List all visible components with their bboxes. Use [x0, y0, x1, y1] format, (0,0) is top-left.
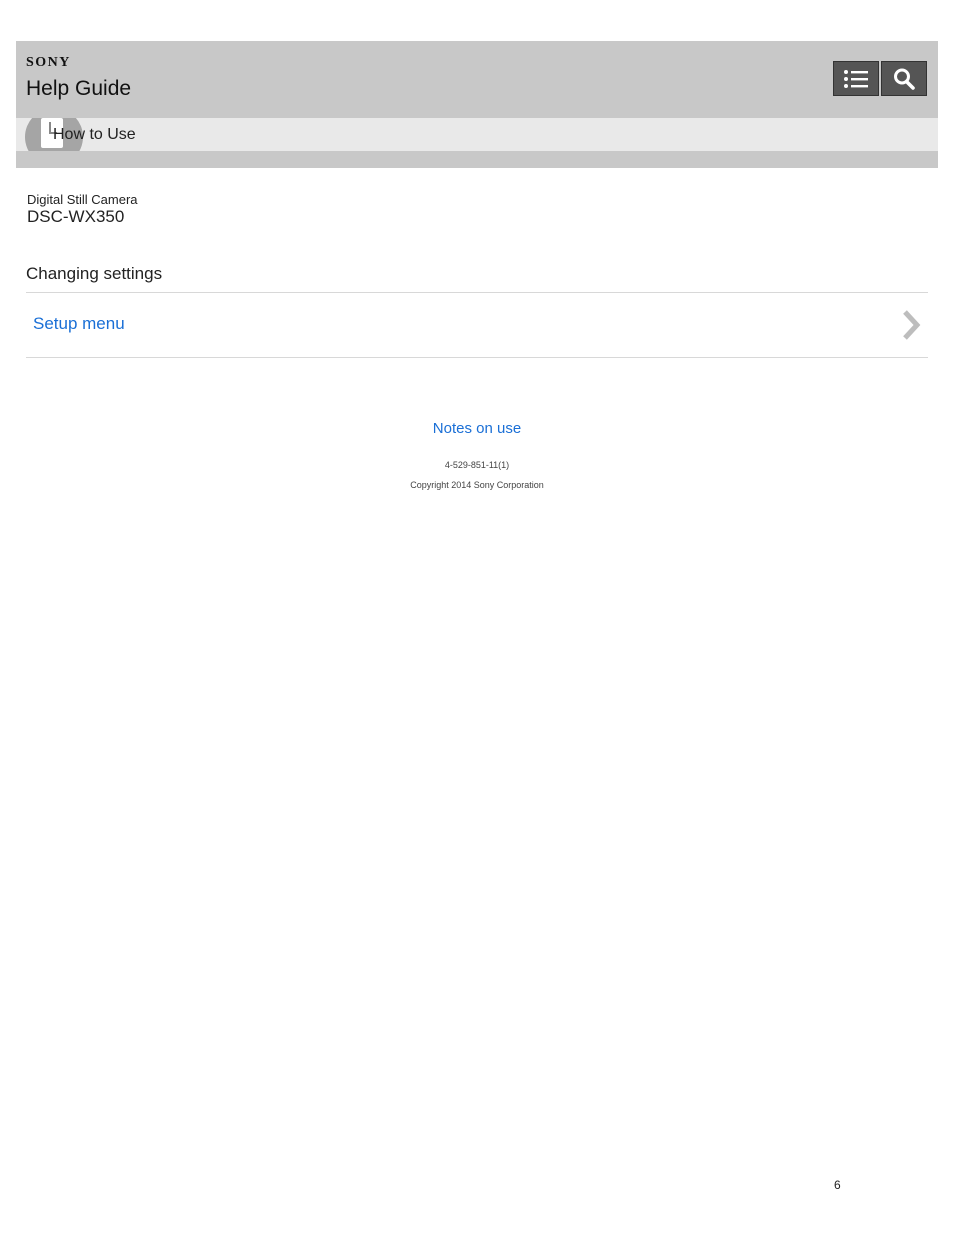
category-label[interactable]: How to Use [53, 126, 136, 144]
category-bar: How to Use [16, 118, 938, 151]
product-model: DSC-WX350 [27, 207, 125, 226]
search-button[interactable] [881, 61, 927, 96]
list-item-label: Setup menu [33, 314, 125, 333]
brand-logo: SONY [26, 55, 71, 70]
product-type: Digital Still Camera [27, 192, 138, 207]
app-title: Help Guide [26, 77, 132, 100]
header-strip [16, 151, 938, 168]
page-number: 6 [834, 1178, 841, 1192]
list-icon [844, 69, 868, 88]
header-bar: SONY Help Guide [16, 41, 938, 118]
document-id: 4-529-851-11(1) [444, 460, 510, 470]
copyright-text: Copyright 2014 Sony Corporation [410, 480, 544, 490]
setup-menu-link[interactable]: Setup menu [26, 293, 928, 357]
divider [26, 357, 928, 358]
notes-on-use-link[interactable]: Notes on use [0, 420, 954, 437]
chevron-right-icon [903, 310, 921, 340]
section-title: Changing settings [26, 264, 163, 283]
search-icon [894, 68, 915, 90]
table-of-contents-button[interactable] [833, 61, 879, 96]
